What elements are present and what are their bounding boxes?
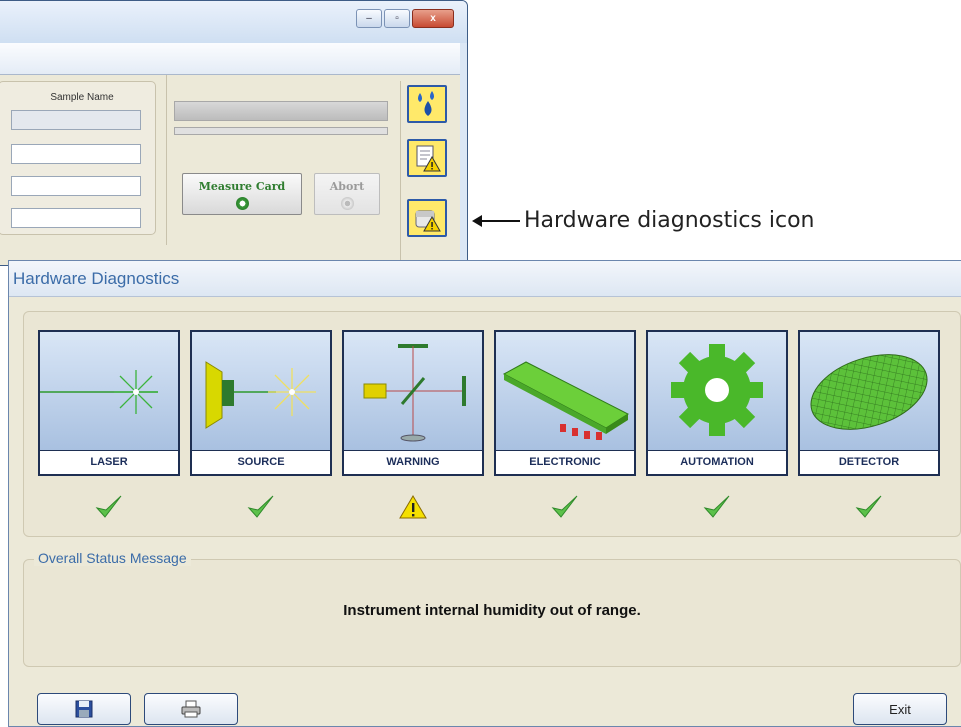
hardware-diagnostics-button[interactable] xyxy=(407,199,447,237)
hardware-diagnostics-icon xyxy=(415,210,441,232)
sample-field-1[interactable] xyxy=(11,144,141,164)
drops-button[interactable] xyxy=(407,85,447,123)
tile-warning[interactable]: WARNING xyxy=(342,330,484,476)
save-button[interactable] xyxy=(37,693,131,725)
main-window: – ▫ x Sample Name Measure Card Abort xyxy=(0,0,468,266)
annotation-text: Hardware diagnostics icon xyxy=(524,208,815,233)
hardware-diagnostics-window: Hardware Diagnostics LASER SOURCE WARNIN… xyxy=(8,260,961,727)
sample-name-field[interactable] xyxy=(11,110,141,130)
print-button[interactable] xyxy=(144,693,238,725)
close-button[interactable]: x xyxy=(412,9,454,28)
progress-bar xyxy=(174,101,388,121)
exit-label: Exit xyxy=(889,701,911,717)
diagnostics-title: Hardware Diagnostics xyxy=(13,269,180,288)
report-warning-button[interactable] xyxy=(407,139,447,177)
main-body: Sample Name Measure Card Abort xyxy=(0,75,460,265)
check-icon xyxy=(551,495,578,518)
tile-automation[interactable]: AUTOMATION xyxy=(646,330,788,476)
stop-icon xyxy=(340,197,354,210)
check-icon xyxy=(855,495,882,518)
progress-bar-secondary xyxy=(174,127,388,135)
tile-source[interactable]: SOURCE xyxy=(190,330,332,476)
abort-label: Abort xyxy=(329,180,365,193)
tile-electronic[interactable]: ELECTRONIC xyxy=(494,330,636,476)
tile-warning-label: WARNING xyxy=(344,450,482,474)
window-titlebar: – ▫ x xyxy=(0,1,467,43)
divider xyxy=(166,75,167,245)
check-icon xyxy=(95,495,122,518)
toolbar-strip xyxy=(0,43,460,75)
side-toolbar xyxy=(400,81,456,265)
minimize-button[interactable]: – xyxy=(356,9,382,28)
diagnostics-tiles-group: LASER SOURCE WARNING ELECTRONIC AUTOMATI… xyxy=(23,311,961,537)
floppy-disk-icon xyxy=(75,700,93,718)
overall-status-message: Instrument internal humidity out of rang… xyxy=(343,602,641,619)
overall-status-group: Overall Status Message Instrument intern… xyxy=(23,550,961,667)
gear-icon xyxy=(671,344,763,436)
tile-detector[interactable]: DETECTOR xyxy=(798,330,940,476)
annotation-callout: Hardware diagnostics icon xyxy=(472,208,815,233)
detector-icon xyxy=(810,354,928,430)
tile-laser[interactable]: LASER xyxy=(38,330,180,476)
sample-field-2[interactable] xyxy=(11,176,141,196)
tile-detector-label: DETECTOR xyxy=(800,450,938,474)
sample-field-3[interactable] xyxy=(11,208,141,228)
tile-electronic-label: ELECTRONIC xyxy=(496,450,634,474)
tile-source-label: SOURCE xyxy=(192,450,330,474)
overall-status-title: Overall Status Message xyxy=(34,550,191,566)
abort-button[interactable]: Abort xyxy=(314,173,380,215)
exit-button[interactable]: Exit xyxy=(853,693,947,725)
annotation-arrow xyxy=(472,214,520,227)
check-icon xyxy=(703,495,730,518)
tile-laser-label: LASER xyxy=(40,450,178,474)
source-icon xyxy=(205,361,316,429)
maximize-button[interactable]: ▫ xyxy=(384,9,410,28)
circuit-board-icon xyxy=(502,361,630,440)
check-icon xyxy=(247,495,274,518)
laser-icon xyxy=(40,370,158,414)
sample-name-label: Sample Name xyxy=(50,92,114,103)
drops-icon xyxy=(418,91,434,116)
measure-card-button[interactable]: Measure Card xyxy=(182,173,302,215)
play-icon xyxy=(235,197,249,210)
printer-icon xyxy=(181,700,201,718)
warning-icon xyxy=(399,495,427,519)
sample-panel: Sample Name xyxy=(0,81,156,235)
report-warning-icon xyxy=(416,145,441,172)
measure-card-label: Measure Card xyxy=(198,180,286,193)
diagnostics-titlebar: Hardware Diagnostics xyxy=(9,261,961,297)
tile-automation-label: AUTOMATION xyxy=(648,450,786,474)
interferometer-icon xyxy=(363,344,466,442)
